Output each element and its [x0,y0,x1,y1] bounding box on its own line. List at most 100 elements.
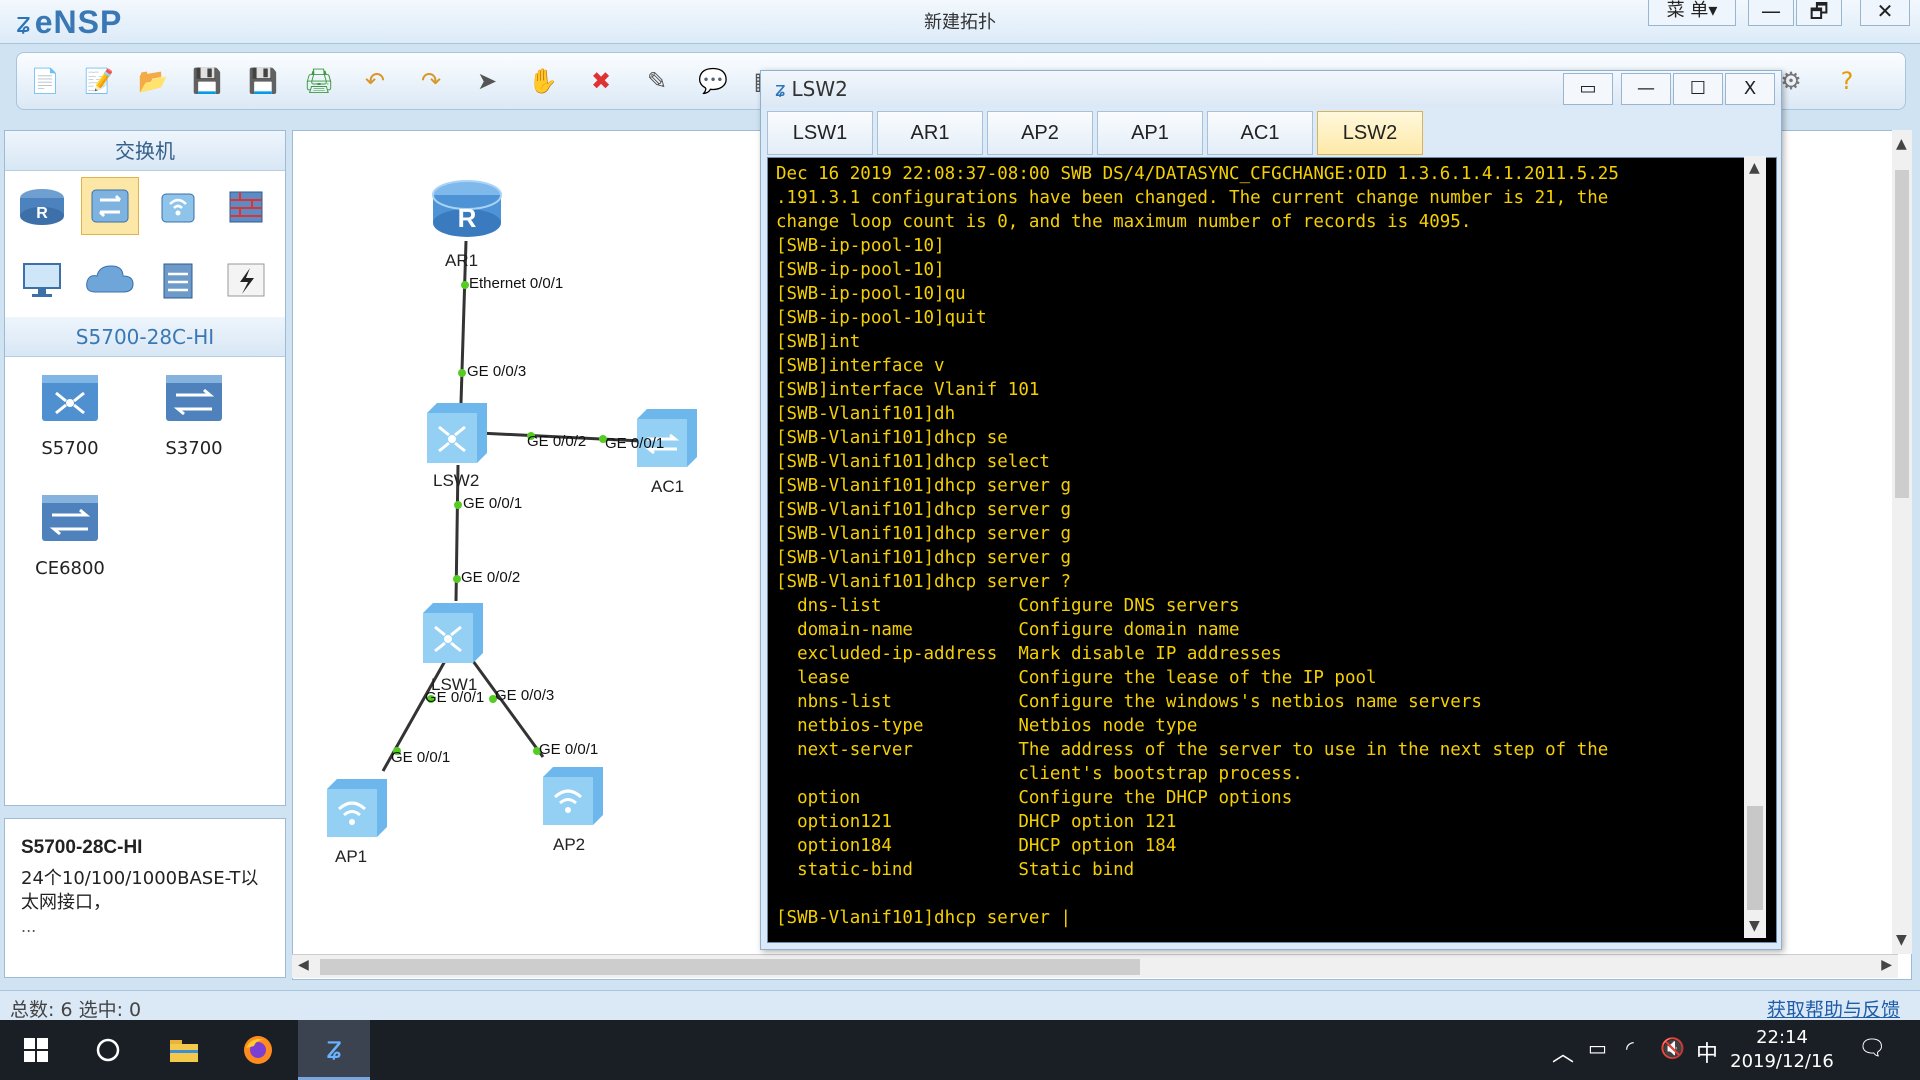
terminal[interactable]: Dec 16 2019 22:08:37-08:00 SWB DS/4/DATA… [767,157,1777,943]
console-minimize-button[interactable]: — [1621,73,1671,105]
taskbar-firefox[interactable] [222,1020,294,1080]
canvas-vertical-scrollbar[interactable]: ▲ ▼ [1892,130,1912,954]
vertical-scroll-thumb[interactable] [1895,170,1909,498]
other-device-category-icon[interactable] [149,251,207,309]
wireless-category-icon[interactable] [149,177,207,235]
port-label-lsw2-ge002: GE 0/0/2 [527,433,587,450]
device-label: S3700 [165,438,223,459]
link-lsw1-ap2[interactable] [471,660,545,758]
lsw2-switch-icon [427,403,487,463]
device-s3700[interactable]: S3700 [139,367,249,459]
console-detach-button[interactable]: ▭ [1563,73,1613,105]
connection-category-icon[interactable] [217,251,275,309]
terminal-scrollbar[interactable]: ▲ ▼ [1744,156,1766,938]
redo-icon[interactable]: ↷ [413,63,449,99]
node-label-ac1: AC1 [651,477,685,496]
scroll-up-arrow-icon[interactable]: ▲ [1896,136,1907,152]
print-icon[interactable]: 🖨 [301,63,337,99]
terminal-input-line[interactable]: [SWB-Vlanif101]dhcp server | [776,908,1071,928]
tab-lsw2[interactable]: LSW2 [1317,111,1423,155]
terminal-scroll-up-icon[interactable]: ▲ [1749,160,1760,176]
port-label-lsw1-ge002: GE 0/0/2 [461,569,521,586]
ensp-logo-icon: ʑ [16,5,31,39]
device-panel: 交换机 R S5700-28C-HI S5700 S3700 CE6800 [4,130,286,806]
svg-text:R: R [458,203,477,233]
start-button[interactable] [0,1020,72,1080]
terminal-scroll-down-icon[interactable]: ▼ [1749,918,1760,934]
scroll-left-arrow-icon[interactable]: ◀ [298,957,309,973]
node-label-ar1: AR1 [445,251,479,270]
device-ce6800[interactable]: CE6800 [15,487,125,579]
node-lsw1[interactable] [419,599,487,669]
taskbar-ensp[interactable]: ʑ [298,1020,370,1080]
menu-button[interactable]: 菜 单▾ [1648,0,1736,26]
search-button[interactable] [72,1020,144,1080]
ensp-small-logo-icon: ʑ [775,77,786,101]
text-annotation-icon[interactable]: 💬 [695,63,731,99]
tray-chevron-icon[interactable]: ︿ [1552,1036,1574,1068]
taskbar-clock[interactable]: 22:14 2019/12/16 [1722,1026,1842,1074]
scroll-down-arrow-icon[interactable]: ▼ [1896,932,1907,948]
router-category-icon[interactable]: R [13,177,71,235]
help-feedback-link[interactable]: 获取帮助与反馈 [1767,995,1900,1022]
terminal-scroll-thumb[interactable] [1747,806,1763,910]
device-label: S5700 [41,438,99,459]
hand-pan-icon[interactable]: ✋ [525,63,561,99]
console-close-button[interactable]: X [1725,73,1775,105]
firewall-category-icon[interactable] [217,177,275,235]
taskbar-file-explorer[interactable] [148,1020,220,1080]
wifi-icon[interactable]: ◜ [1626,1036,1634,1060]
node-label-ap1: AP1 [335,847,368,866]
tab-ac1[interactable]: AC1 [1207,111,1313,155]
device-s5700[interactable]: S5700 [15,367,125,459]
cloud-category-icon[interactable] [81,251,139,309]
switch-category-icon[interactable] [81,177,139,235]
minimize-button[interactable]: — [1748,0,1794,26]
folder-icon [170,1040,198,1062]
node-ap1[interactable] [323,775,391,843]
window-title: 新建拓扑 [924,12,996,33]
console-maximize-button[interactable]: ☐ [1673,73,1723,105]
status-count: 总数: 6 选中: 0 [10,999,142,1021]
delete-link-icon[interactable]: ✎ [639,63,675,99]
svg-text:R: R [36,205,48,222]
battery-icon[interactable]: ▭ [1588,1036,1607,1060]
ensp-taskbar-icon: ʑ [326,1031,342,1066]
notification-center-icon[interactable]: 🗨 [1858,1036,1886,1061]
port-label-ar1-eth001: Ethernet 0/0/1 [469,275,564,292]
horizontal-scroll-thumb[interactable] [320,959,1140,975]
tab-ap2[interactable]: AP2 [987,111,1093,155]
volume-muted-icon[interactable]: 🔇 [1660,1036,1685,1060]
node-ar1[interactable]: R [429,175,505,247]
close-button[interactable]: ✕ [1860,0,1910,26]
device-info-panel: S5700-28C-HI 24个10/100/1000BASE-T以太网接口， … [4,818,286,978]
tab-lsw1[interactable]: LSW1 [767,111,873,155]
firefox-icon [244,1036,272,1064]
cortana-circle-icon [96,1038,120,1062]
node-ap2[interactable] [539,763,607,831]
canvas-horizontal-scrollbar[interactable]: ◀ ▶ [292,954,1898,978]
console-titlebar[interactable]: ʑ LSW2 ▭ — ☐ X [761,71,1781,107]
scroll-right-arrow-icon[interactable]: ▶ [1881,957,1892,973]
undo-icon[interactable]: ↶ [357,63,393,99]
ap2-access-point-icon [543,767,603,825]
delete-icon[interactable]: ✖ [583,63,619,99]
help-icon[interactable]: ? [1829,63,1865,99]
tab-ar1[interactable]: AR1 [877,111,983,155]
select-pointer-icon[interactable]: ➤ [469,63,505,99]
save-icon[interactable]: 💾 [189,63,225,99]
node-lsw2[interactable] [423,399,491,469]
new-topology-icon[interactable]: 📄 [27,63,63,99]
s5700-switch-icon [42,375,98,421]
save-as-icon[interactable]: 💾 [245,63,281,99]
tab-ap1[interactable]: AP1 [1097,111,1203,155]
ime-indicator[interactable]: 中 [1696,1036,1718,1068]
new-blank-icon[interactable]: 📝 [81,63,117,99]
clock-time: 22:14 [1756,1027,1808,1048]
windows-logo-icon [24,1038,48,1062]
port-label-ac1-ge001: GE 0/0/1 [605,435,665,452]
pc-category-icon[interactable] [13,251,71,309]
restore-button[interactable]: 🗗 [1796,0,1842,26]
clock-date: 2019/12/16 [1730,1051,1834,1072]
open-folder-icon[interactable]: 📂 [135,63,171,99]
